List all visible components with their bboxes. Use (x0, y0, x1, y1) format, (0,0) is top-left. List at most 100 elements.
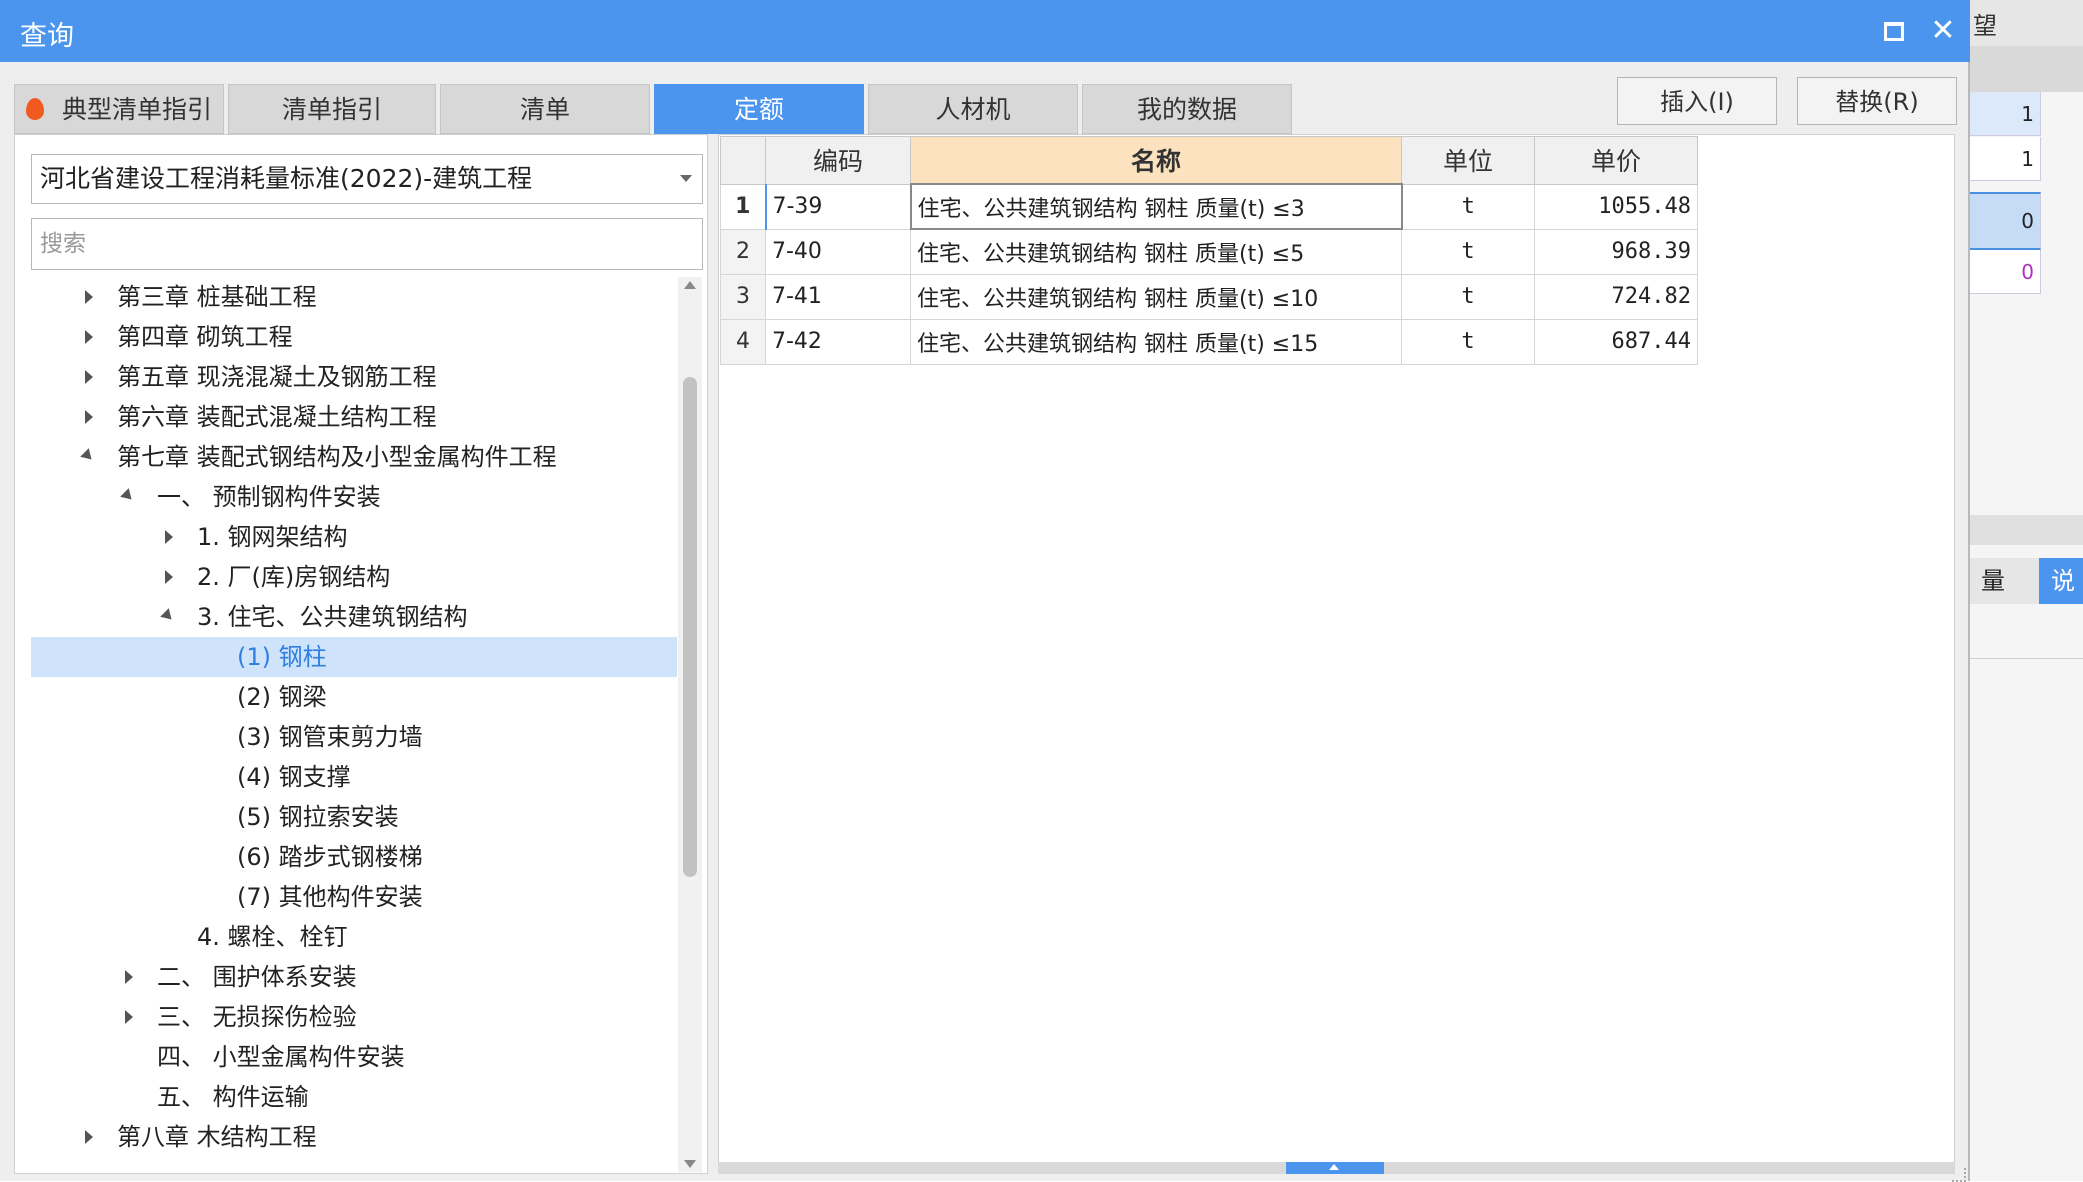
tree-node-label: 第五章 现浇混凝土及钢筋工程 (117, 363, 437, 391)
maximize-icon[interactable] (1874, 12, 1912, 50)
background-cell[interactable]: 0 (1969, 192, 2041, 250)
expand-arrow-icon[interactable] (79, 317, 99, 357)
background-app: 望 1 1 0 0 量 说 (1968, 0, 2083, 1181)
collapse-arrow-icon[interactable] (79, 437, 99, 477)
scroll-down-icon[interactable] (684, 1160, 696, 1168)
price-cell[interactable]: 968.39 (1534, 228, 1698, 275)
collapse-arrow-icon[interactable] (119, 477, 139, 517)
price-cell[interactable]: 687.44 (1534, 318, 1698, 365)
splitter-bar[interactable] (718, 1162, 1955, 1174)
background-tab[interactable]: 说 (2039, 558, 2083, 604)
code-cell[interactable]: 7-39 (764, 183, 911, 230)
tab-list-guide[interactable]: 清单指引 (228, 84, 436, 134)
tree-node-label: 第三章 桩基础工程 (117, 283, 317, 311)
tab-typical-list-guide[interactable]: 典型清单指引 (14, 84, 224, 134)
code-cell[interactable]: 7-41 (765, 273, 911, 320)
price-cell[interactable]: 724.82 (1534, 273, 1698, 320)
column-header-code[interactable]: 编码 (765, 136, 911, 185)
tree-node[interactable]: (1) 钢柱 (31, 637, 677, 677)
tree-scrollbar[interactable] (678, 277, 702, 1172)
close-icon[interactable]: ✕ (1924, 12, 1962, 50)
column-header-unit[interactable]: 单位 (1401, 136, 1535, 185)
unit-cell[interactable]: t (1401, 228, 1535, 275)
unit-cell[interactable]: t (1401, 318, 1535, 365)
tree-node[interactable]: 第五章 现浇混凝土及钢筋工程 (31, 357, 677, 397)
tree-node[interactable]: 三、 无损探伤检验 (31, 997, 677, 1037)
tree-node[interactable]: (4) 钢支撑 (31, 757, 677, 797)
tree-node[interactable]: 第三章 桩基础工程 (31, 277, 677, 317)
scrollbar-thumb[interactable] (683, 377, 697, 877)
tree-node[interactable]: 第七章 装配式钢结构及小型金属构件工程 (31, 437, 677, 477)
chevron-down-icon (680, 175, 692, 182)
tab-list[interactable]: 清单 (440, 84, 650, 134)
code-cell[interactable]: 7-42 (765, 318, 911, 365)
query-dialog: 查询 ✕ 典型清单指引 清单指引 清单 定额 人材机 我的数据 插入(I) 替换… (0, 0, 1970, 1182)
expand-arrow-icon[interactable] (79, 1117, 99, 1157)
resize-grip-icon[interactable] (1952, 1168, 1966, 1182)
unit-cell[interactable]: t (1401, 273, 1535, 320)
standard-select[interactable]: 河北省建设工程消耗量标准(2022)-建筑工程 (31, 154, 703, 204)
code-cell[interactable]: 7-40 (765, 228, 911, 275)
tree-node[interactable]: 四、 小型金属构件安装 (31, 1037, 677, 1077)
name-cell[interactable]: 住宅、公共建筑钢结构 钢柱 质量(t) ≤15 (910, 318, 1402, 365)
tree-node[interactable]: (3) 钢管束剪力墙 (31, 717, 677, 757)
background-cell[interactable]: 1 (1969, 92, 2041, 136)
tree-node[interactable]: (7) 其他构件安装 (31, 877, 677, 917)
search-input[interactable] (31, 218, 703, 270)
tree-node[interactable]: 一、 预制钢构件安装 (31, 477, 677, 517)
tab-label: 典型清单指引 (61, 95, 212, 124)
expand-arrow-icon[interactable] (119, 957, 139, 997)
tree-node[interactable]: 五、 构件运输 (31, 1077, 677, 1117)
chapter-tree: 第三章 桩基础工程第四章 砌筑工程第五章 现浇混凝土及钢筋工程第六章 装配式混凝… (31, 277, 677, 1167)
column-header-name[interactable]: 名称 (910, 136, 1402, 185)
row-number: 1 (720, 183, 766, 230)
unit-cell[interactable]: t (1401, 183, 1535, 230)
insert-button[interactable]: 插入(I) (1617, 77, 1777, 125)
expand-arrow-icon[interactable] (79, 277, 99, 317)
tree-node-label: 3. 住宅、公共建筑钢结构 (197, 603, 468, 631)
expand-arrow-icon[interactable] (159, 517, 179, 557)
tree-node-label: 一、 预制钢构件安装 (157, 483, 381, 511)
tree-node[interactable]: 二、 围护体系安装 (31, 957, 677, 997)
price-cell[interactable]: 1055.48 (1534, 183, 1698, 230)
tree-node[interactable]: 3. 住宅、公共建筑钢结构 (31, 597, 677, 637)
tree-node[interactable]: (6) 踏步式钢楼梯 (31, 837, 677, 877)
table-row[interactable]: 2 7-40 住宅、公共建筑钢结构 钢柱 质量(t) ≤5 t 968.39 (720, 228, 1698, 275)
table-row[interactable]: 4 7-42 住宅、公共建筑钢结构 钢柱 质量(t) ≤15 t 687.44 (720, 318, 1698, 365)
table-row[interactable]: 1 7-39 住宅、公共建筑钢结构 钢柱 质量(t) ≤3 t 1055.48 (720, 183, 1698, 230)
collapse-arrow-icon[interactable] (159, 597, 179, 637)
tree-node[interactable]: 第四章 砌筑工程 (31, 317, 677, 357)
table-row[interactable]: 3 7-41 住宅、公共建筑钢结构 钢柱 质量(t) ≤10 t 724.82 (720, 273, 1698, 320)
expand-arrow-icon[interactable] (79, 397, 99, 437)
title-bar[interactable]: 查询 ✕ (0, 0, 1970, 62)
tree-node[interactable]: 第六章 装配式混凝土结构工程 (31, 397, 677, 437)
tree-node[interactable]: 2. 厂(库)房钢结构 (31, 557, 677, 597)
background-cell[interactable]: 0 (1969, 250, 2041, 294)
tree-node[interactable]: (5) 钢拉索安装 (31, 797, 677, 837)
chevron-up-icon[interactable] (1286, 1162, 1384, 1174)
tree-node[interactable]: 4. 螺栓、栓钉 (31, 917, 677, 957)
table-header-row: 编码 名称 单位 单价 (720, 136, 1698, 185)
replace-button[interactable]: 替换(R) (1797, 77, 1957, 125)
tree-node[interactable]: (2) 钢梁 (31, 677, 677, 717)
scroll-up-icon[interactable] (684, 281, 696, 289)
expand-arrow-icon[interactable] (159, 557, 179, 597)
tab-quota[interactable]: 定额 (654, 84, 864, 134)
column-header-price[interactable]: 单价 (1534, 136, 1698, 185)
tab-my-data[interactable]: 我的数据 (1082, 84, 1292, 134)
name-cell[interactable]: 住宅、公共建筑钢结构 钢柱 质量(t) ≤5 (910, 228, 1402, 275)
tree-node[interactable]: 第八章 木结构工程 (31, 1117, 677, 1157)
expand-arrow-icon[interactable] (119, 997, 139, 1037)
standard-select-value: 河北省建设工程消耗量标准(2022)-建筑工程 (40, 164, 533, 193)
background-header: 望 (1969, 0, 2083, 47)
tab-labor-material-machine[interactable]: 人材机 (868, 84, 1078, 134)
background-header-text: 望 (1973, 12, 1997, 40)
expand-arrow-icon[interactable] (79, 357, 99, 397)
name-cell[interactable]: 住宅、公共建筑钢结构 钢柱 质量(t) ≤10 (910, 273, 1402, 320)
tree-node[interactable]: 1. 钢网架结构 (31, 517, 677, 557)
background-tab[interactable]: 量 (1969, 558, 2041, 604)
row-number: 3 (720, 273, 766, 320)
tree-node-label: 1. 钢网架结构 (197, 523, 348, 551)
background-cell[interactable]: 1 (1969, 137, 2041, 181)
name-cell[interactable]: 住宅、公共建筑钢结构 钢柱 质量(t) ≤3 (909, 183, 1403, 230)
